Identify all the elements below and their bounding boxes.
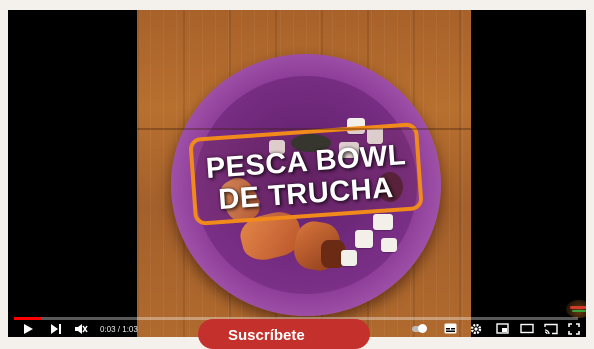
channel-watermark[interactable] [566,300,586,318]
time-display: 0:03 / 1:03 [100,325,138,335]
gear-icon[interactable] [470,323,482,335]
page-frame: PESCA BOWL DE TRUCHA 0:03 / 1:03 Suscríb… [0,0,594,349]
cast-icon[interactable] [544,323,558,335]
play-icon[interactable] [22,323,34,335]
current-time: 0:03 [100,325,116,334]
cheese-cube [373,214,393,230]
progress-played [14,317,42,320]
video-player[interactable]: PESCA BOWL DE TRUCHA [8,10,586,337]
subtitles-icon[interactable] [444,323,457,334]
subscribe-button[interactable]: Suscríbete [198,319,370,349]
autoplay-toggle[interactable] [412,324,427,333]
video-frame[interactable]: PESCA BOWL DE TRUCHA [137,10,471,337]
cheese-cube [341,250,357,266]
next-icon[interactable] [50,323,62,335]
duration: 1:03 [122,325,138,334]
fullscreen-icon[interactable] [568,323,580,335]
theater-icon[interactable] [520,323,534,334]
cheese-cube [381,238,397,252]
miniplayer-icon[interactable] [496,323,509,334]
volume-muted-icon[interactable] [74,323,88,335]
cheese-cube [355,230,373,248]
